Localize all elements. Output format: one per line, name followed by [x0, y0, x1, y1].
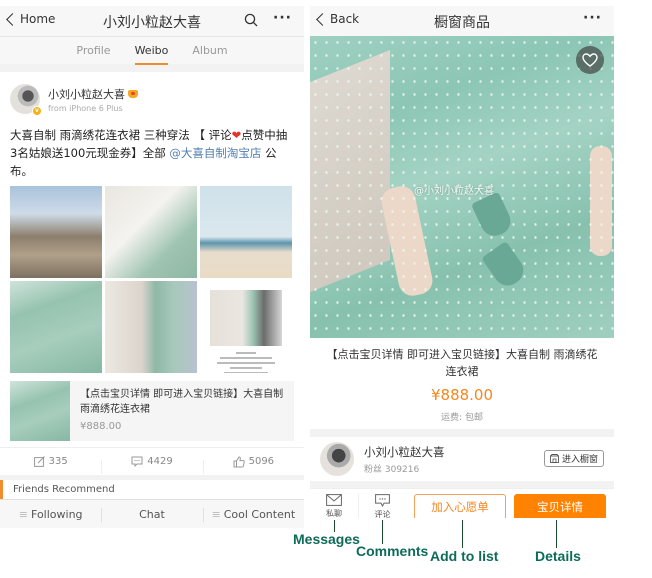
photo-building[interactable]	[10, 186, 102, 278]
goods-thumbnail	[10, 381, 70, 441]
goods-price: ¥888.00	[80, 421, 122, 432]
heart-outline-icon	[582, 53, 598, 67]
annotation-leader-line	[382, 520, 383, 544]
seller-fans-count: 粉丝 309216	[364, 464, 420, 475]
annotation-leader-line	[462, 520, 463, 548]
comment-icon	[375, 493, 390, 507]
product-price: ¥888.00	[430, 386, 494, 404]
message-button[interactable]: 私聊	[310, 494, 358, 518]
linked-goods-card[interactable]: 【点击宝贝详情 即可进入宝贝链接】大喜自制 雨滴绣花连衣裙 ¥888.00	[10, 381, 294, 441]
avatar[interactable]: v	[10, 84, 42, 116]
search-icon[interactable]	[244, 13, 258, 27]
product-nav-bar: Back 橱窗商品 ···	[310, 6, 614, 36]
member-crown-icon	[128, 89, 138, 98]
author-name[interactable]: 小刘小粒赵大喜	[48, 86, 125, 102]
friends-recommend-header[interactable]: Friends Recommend	[0, 480, 304, 500]
photo-model-portrait[interactable]	[105, 186, 197, 278]
chat-button[interactable]: Chat	[101, 507, 202, 522]
seller-card: 小刘小粒赵大喜 粉丝 309216 进入橱窗	[310, 437, 614, 481]
post-actions: 335 4429 5096	[0, 447, 304, 475]
cool-content-button[interactable]: ≡ Cool Content	[202, 507, 304, 522]
profile-tabs: Profile Weibo Album	[0, 36, 304, 65]
annotation-details: Details	[535, 548, 581, 564]
showcase-product-screen: Back 橱窗商品 ··· @小刘小粒赵大喜 【点击宝贝详情 即可进入宝贝链接】…	[310, 6, 614, 518]
product-action-bar: 私聊 评论 加入心愿单 宝贝详情	[310, 488, 614, 518]
store-mention-link[interactable]: @大喜自制淘宝店	[169, 146, 261, 160]
enter-showcase-button[interactable]: 进入橱窗	[543, 450, 604, 467]
back-label: Back	[330, 12, 360, 26]
verified-badge-icon: v	[32, 106, 42, 116]
tab-album[interactable]: Album	[192, 37, 227, 65]
post-text-part: 大喜自制 雨滴绣花连衣裙 三种穿法 【 评论	[10, 128, 232, 142]
seller-name[interactable]: 小刘小粒赵大喜	[364, 444, 445, 460]
photo-model-standing[interactable]	[105, 281, 197, 373]
weibo-post-card: v 小刘小粒赵大喜 from iPhone 6 Plus 大喜自制 雨滴绣花连衣…	[0, 72, 304, 475]
add-to-wishlist-button[interactable]: 加入心愿单	[414, 493, 506, 518]
product-details-button[interactable]: 宝贝详情	[514, 493, 606, 518]
photo-grid	[10, 186, 294, 373]
post-source: from iPhone 6 Plus	[48, 103, 123, 113]
shop-icon	[550, 454, 559, 463]
annotation-comments: Comments	[356, 543, 429, 559]
comment-icon	[131, 456, 143, 467]
photo-collage[interactable]	[200, 281, 292, 373]
menu-icon: ≡	[211, 507, 221, 521]
back-button[interactable]: Back	[316, 12, 360, 26]
product-image[interactable]: @小刘小粒赵大喜	[310, 36, 614, 338]
menu-icon: ≡	[18, 507, 29, 521]
back-label: Home	[20, 12, 56, 26]
weibo-profile-screen: Home 小刘小粒赵大喜 ··· Profile Weibo Album v 小…	[0, 6, 304, 528]
photo-beach[interactable]	[200, 186, 292, 278]
post-author[interactable]: v 小刘小粒赵大喜 from iPhone 6 Plus	[10, 80, 294, 118]
thumbs-up-icon	[233, 455, 245, 467]
post-text: 大喜自制 雨滴绣花连衣裙 三种穿法 【 评论❤点赞中抽3名姑娘送100元现金券】…	[10, 126, 294, 180]
comment-button[interactable]: 评论	[358, 493, 406, 519]
comment-label: 评论	[374, 509, 391, 519]
tab-profile[interactable]: Profile	[76, 37, 110, 65]
envelope-icon	[326, 494, 342, 506]
heart-icon: ❤	[231, 128, 242, 142]
cool-content-label: Cool Content	[223, 507, 296, 521]
annotation-add-to-list: Add to list	[430, 548, 499, 564]
chat-label: Chat	[139, 507, 165, 521]
like-button[interactable]: 5096	[202, 455, 304, 474]
shipping-info: 运费: 包邮	[441, 413, 483, 423]
image-watermark: @小刘小粒赵大喜	[414, 186, 494, 197]
product-info: 【点击宝贝详情 即可进入宝贝链接】大喜自制 雨滴绣花连衣裙 ¥888.00 运费…	[310, 338, 614, 429]
profile-bottom-bar: ≡ Following Chat ≡ Cool Content	[0, 499, 304, 528]
comment-button[interactable]: 4429	[101, 456, 202, 474]
chevron-left-icon	[316, 13, 329, 26]
home-back-button[interactable]: Home	[6, 12, 56, 26]
repost-button[interactable]: 335	[0, 456, 101, 467]
profile-nav-bar: Home 小刘小粒赵大喜 ···	[0, 6, 304, 36]
enter-showcase-label: 进入橱窗	[561, 455, 598, 465]
repost-count: 335	[48, 456, 68, 467]
goods-title: 【点击宝贝详情 即可进入宝贝链接】大喜自制 雨滴绣花连衣裙	[80, 389, 284, 415]
more-options-button[interactable]: ···	[273, 10, 292, 26]
photo-dress-detail[interactable]	[10, 281, 102, 373]
comment-count: 4429	[147, 456, 173, 467]
following-label: Following	[31, 507, 83, 521]
message-label: 私聊	[326, 509, 342, 518]
repost-icon	[33, 456, 45, 467]
tab-weibo[interactable]: Weibo	[134, 37, 168, 65]
following-button[interactable]: ≡ Following	[0, 508, 101, 521]
product-title: 【点击宝贝详情 即可进入宝贝链接】大喜自制 雨滴绣花连衣裙	[326, 348, 598, 378]
like-count: 5096	[248, 456, 275, 467]
more-options-button[interactable]: ···	[583, 10, 602, 26]
annotation-messages: Messages	[293, 531, 360, 547]
annotation-leader-line	[556, 520, 557, 548]
seller-avatar[interactable]	[320, 442, 354, 476]
favorite-button[interactable]	[576, 46, 604, 74]
chevron-left-icon	[6, 13, 19, 26]
